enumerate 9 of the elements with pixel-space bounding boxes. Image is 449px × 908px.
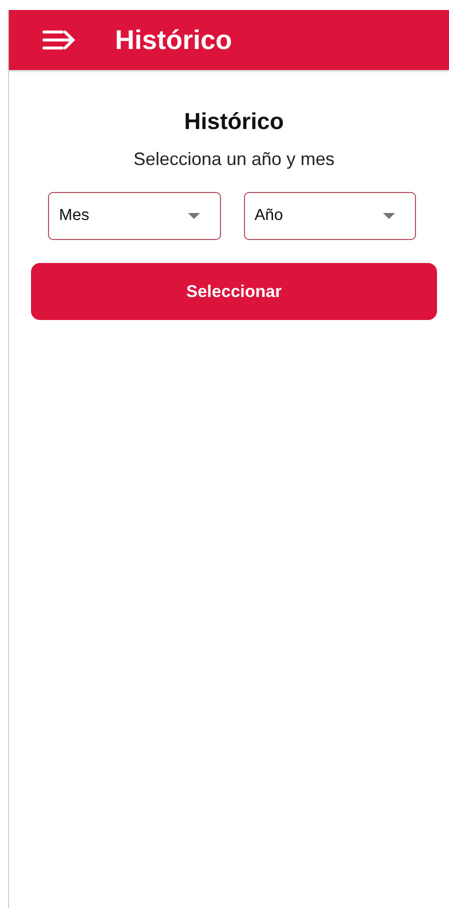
dropdown-field[interactable]: Año <box>244 192 416 240</box>
menu-icon[interactable] <box>42 29 76 51</box>
caret-icon <box>383 213 395 219</box>
page-subtitle: Selecciona un año y mes <box>133 149 335 170</box>
select-button[interactable]: Seleccionar <box>31 263 437 320</box>
caret-icon <box>188 213 200 219</box>
dropdown-field[interactable]: Mes <box>48 192 220 240</box>
page-heading: Histórico <box>184 108 284 135</box>
app-bar-title: Histórico <box>115 24 232 56</box>
